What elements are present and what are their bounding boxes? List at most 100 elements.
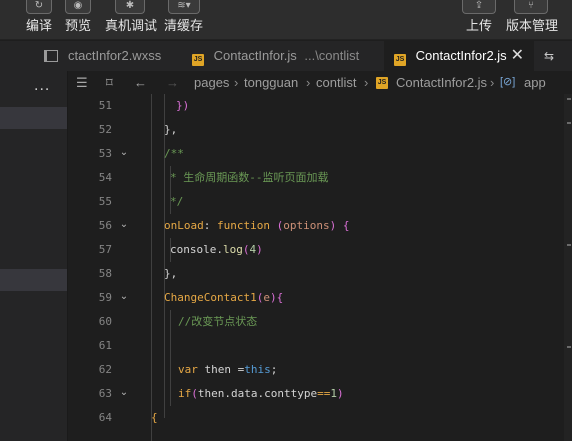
scrollbar-marker [567, 346, 571, 348]
breadcrumb-item[interactable]: contlist [316, 71, 356, 94]
code-line: 59 ⌄ ChangeContact1(e){ [68, 286, 572, 310]
explorer-selected-row[interactable] [0, 107, 67, 129]
code-line: 55 */ [68, 190, 572, 214]
tab-label: ContactInfor2.js [415, 48, 507, 63]
tab-path: ...\contlist [304, 48, 360, 63]
remote-debug-button[interactable]: ✱ 真机调试 [105, 0, 157, 40]
editor-tab-bar: ctactInfor2.wxss JS ContactInfor.js ...\… [0, 41, 572, 71]
line-number: 58 [98, 267, 112, 280]
code-line: 56 ⌄ onLoad: function (options) { [68, 214, 572, 238]
line-number: 56 [98, 219, 112, 232]
code-line: 60 //改变节点状态 [68, 310, 572, 334]
chevron-down-icon[interactable]: ⌄ [118, 382, 130, 404]
code-text: /** [164, 147, 184, 160]
chevron-down-icon[interactable]: ⌄ [118, 286, 130, 308]
code-text: */ [170, 195, 184, 208]
line-number: 57 [98, 243, 112, 256]
line-number: 61 [98, 339, 112, 352]
tab-contactinfor-js[interactable]: JS ContactInfor.js ...\contlist [192, 41, 380, 71]
explorer-hover-row[interactable] [0, 269, 67, 291]
branch-icon: ⑂ [514, 0, 548, 14]
compile-button[interactable]: ↻ 编译 [24, 0, 54, 40]
line-number: 52 [98, 123, 112, 136]
preview-button[interactable]: ◉ 预览 [63, 0, 93, 40]
close-tab-icon[interactable]: ✕ [511, 41, 524, 71]
code-line: 63 ⌄ if(then.data.conttype==1) [68, 382, 572, 406]
code-line: 62 var then =this; [68, 358, 572, 382]
version-manage-button[interactable]: ⑂ 版本管理 [506, 0, 558, 40]
js-file-icon: JS [376, 77, 388, 89]
vertical-scrollbar[interactable] [564, 94, 572, 441]
clear-cache-label: 清缓存 [164, 18, 204, 33]
preview-label: 预览 [65, 18, 92, 33]
code-line: 61 [68, 334, 572, 358]
chevron-down-icon[interactable]: ⌄ [118, 142, 130, 164]
scrollbar-marker [567, 122, 571, 124]
line-number: 51 [98, 99, 112, 112]
version-manage-label: 版本管理 [506, 18, 559, 33]
code-text: ChangeContact1(e){ [164, 291, 284, 304]
code-line: 58 }, [68, 262, 572, 286]
line-number: 62 [98, 363, 112, 376]
code-text: //改变节点状态 [178, 315, 258, 328]
scrollbar-marker [567, 98, 571, 100]
code-line: 53 ⌄ /** [68, 142, 572, 166]
chevron-right-icon: › [490, 75, 495, 90]
tab-contactinfor2-js[interactable]: JS ContactInfor2.js ✕ [384, 41, 534, 71]
code-line: 64 { [68, 406, 572, 430]
chevron-right-icon: › [364, 75, 369, 90]
chevron-down-icon[interactable]: ⌄ [118, 214, 130, 236]
tab-label: ContactInfor.js [213, 48, 297, 63]
js-file-icon: JS [192, 54, 204, 66]
tab-contactinfor2-wxss[interactable]: ctactInfor2.wxss [68, 41, 182, 71]
upload-button[interactable]: ⇪ 上传 [462, 0, 496, 40]
upload-label: 上传 [466, 18, 493, 33]
code-text: if(then.data.conttype==1) [178, 387, 344, 400]
upload-icon: ⇪ [462, 0, 496, 14]
code-text: onLoad: function (options) { [164, 219, 350, 232]
line-number: 55 [98, 195, 112, 208]
outline-list-icon[interactable]: ☰ [76, 71, 88, 94]
line-number: 59 [98, 291, 112, 304]
more-options-icon[interactable]: ... [34, 77, 50, 95]
code-line: 52 }, [68, 118, 572, 142]
code-line: 57 console.log(4) [68, 238, 572, 262]
code-editor[interactable]: 51 }) 52 }, 53 ⌄ /** 54 * 生命周期函数--监听页面加载… [68, 94, 572, 441]
breadcrumb-item[interactable]: app [524, 71, 546, 94]
chevron-right-icon: › [306, 75, 311, 90]
code-text: { [151, 411, 158, 424]
explorer-panel: ... [0, 71, 68, 441]
code-text: }) [176, 99, 190, 112]
code-text: var then =this; [178, 363, 278, 376]
breadcrumb-item[interactable]: tongguan [244, 71, 298, 94]
layers-icon: ≋▾ [168, 0, 200, 14]
scrollbar-marker [567, 244, 571, 246]
code-line: 54 * 生命周期函数--监听页面加载 [68, 166, 572, 190]
line-number: 64 [98, 411, 112, 424]
bookmark-icon[interactable]: ⌑ [106, 71, 113, 94]
code-text: console.log(4) [170, 243, 263, 256]
clear-cache-button[interactable]: ≋▾ 清缓存 [164, 0, 204, 40]
chevron-right-icon: › [234, 75, 239, 90]
bug-icon: ✱ [115, 0, 145, 14]
code-text: }, [164, 267, 178, 280]
symbol-icon: [⊘] [500, 76, 516, 88]
line-number: 60 [98, 315, 112, 328]
tab-label: ctactInfor2.wxss [68, 48, 162, 63]
code-line: 51 }) [68, 94, 572, 118]
split-panel-icon[interactable] [44, 50, 58, 62]
toolbar: ↻ 编译 ◉ 预览 ✱ 真机调试 ≋▾ 清缓存 ⇪ 上传 ⑂ 版本管理 [0, 0, 572, 40]
forward-arrow-icon[interactable]: → [166, 71, 179, 94]
eye-icon: ◉ [65, 0, 91, 14]
line-number: 53 [98, 147, 112, 160]
compare-icon[interactable]: ⇆ [544, 49, 558, 63]
remote-debug-label: 真机调试 [105, 18, 158, 33]
breadcrumb-item[interactable]: pages [194, 71, 229, 94]
line-number: 54 [98, 171, 112, 184]
compile-label: 编译 [26, 18, 53, 33]
breadcrumb-item[interactable]: ContactInfor2.js [396, 71, 487, 94]
back-arrow-icon[interactable]: ← [134, 71, 147, 94]
breadcrumb: ☰ ⌑ ← → pages › tongguan › contlist › JS… [68, 71, 572, 94]
refresh-icon: ↻ [26, 0, 52, 14]
line-number: 63 [98, 387, 112, 400]
